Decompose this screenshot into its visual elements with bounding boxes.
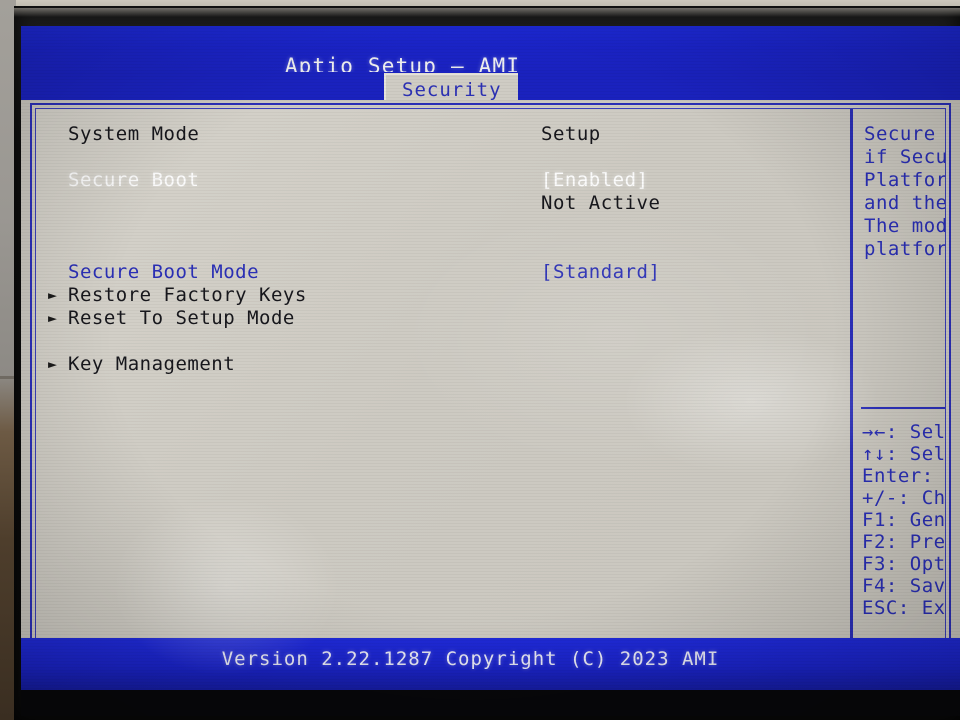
screen-lower-black-edge	[21, 690, 960, 716]
key-legend-row: Enter: S	[862, 465, 934, 487]
key-legend-row: F2: Prev	[862, 531, 945, 553]
help-divider	[861, 407, 945, 409]
settings-row-label: Restore Factory Keys	[68, 284, 307, 306]
bios-screen: Aptio Setup – AMI Security System Mode Se…	[21, 26, 960, 716]
settings-row-label: Secure Boot Mode	[68, 261, 260, 283]
settings-row-value[interactable]: [Enabled]	[541, 169, 648, 192]
settings-row[interactable]: Not Active	[36, 192, 846, 215]
help-description: Secure if Secu Platfor and the The mod p…	[864, 123, 945, 260]
settings-row[interactable]: ► Key Management	[36, 353, 846, 376]
key-legend-row: →←: Sele	[862, 421, 945, 443]
key-legend-row: +/-: Cha	[862, 487, 945, 509]
row-spacer	[36, 330, 846, 353]
settings-row[interactable]: Secure Boot Mode [Standard]	[36, 261, 846, 284]
settings-row[interactable]: ► Restore Factory Keys	[36, 284, 846, 307]
settings-row-label: Key Management	[68, 353, 236, 375]
settings-row[interactable]: Secure Boot [Enabled]	[36, 169, 846, 192]
row-spacer	[36, 215, 846, 261]
submenu-arrow-icon: ►	[48, 309, 58, 327]
key-legend-row: F3: Opti	[862, 553, 945, 575]
row-spacer	[36, 146, 846, 169]
settings-row[interactable]: ► Reset To Setup Mode	[36, 307, 846, 330]
settings-row-label: System Mode	[68, 123, 200, 145]
monitor-photo: Aptio Setup – AMI Security System Mode Se…	[0, 0, 960, 720]
settings-row-label: Reset To Setup Mode	[68, 307, 295, 329]
body-area: System Mode Setup Secure Boot [Enabled] Not …	[21, 100, 960, 716]
footer-version: Version 2.22.1287 Copyright (C) 2023 AMI	[221, 648, 720, 670]
help-column: Secure if Secu Platfor and the The mod p…	[850, 109, 945, 694]
key-legend-row: F1: Gene	[862, 509, 945, 531]
key-legend-row: ESC: Exi	[862, 597, 945, 619]
key-legend-row: F4: Save	[862, 575, 945, 597]
submenu-arrow-icon: ►	[48, 355, 58, 373]
content-frame: System Mode Setup Secure Boot [Enabled] Not …	[30, 103, 951, 700]
settings-row-value[interactable]: Setup	[541, 123, 601, 146]
content-frame-inner: System Mode Setup Secure Boot [Enabled] Not …	[35, 108, 946, 695]
key-legend: →←: Sele↑↓: SeleEnter: S+/-: ChaF1: Gene…	[862, 421, 945, 619]
settings-column: System Mode Setup Secure Boot [Enabled] Not …	[36, 109, 846, 694]
submenu-arrow-icon: ►	[48, 286, 58, 304]
bezel-sheen	[14, 8, 960, 17]
settings-row-value[interactable]: Not Active	[541, 192, 660, 215]
settings-row-value[interactable]: [Standard]	[541, 261, 660, 284]
settings-row[interactable]: System Mode Setup	[36, 123, 846, 146]
key-legend-row: ↑↓: Sele	[862, 443, 945, 465]
settings-row-label: Secure Boot	[68, 169, 200, 191]
settings-row-list: System Mode Setup Secure Boot [Enabled] Not …	[36, 123, 846, 376]
